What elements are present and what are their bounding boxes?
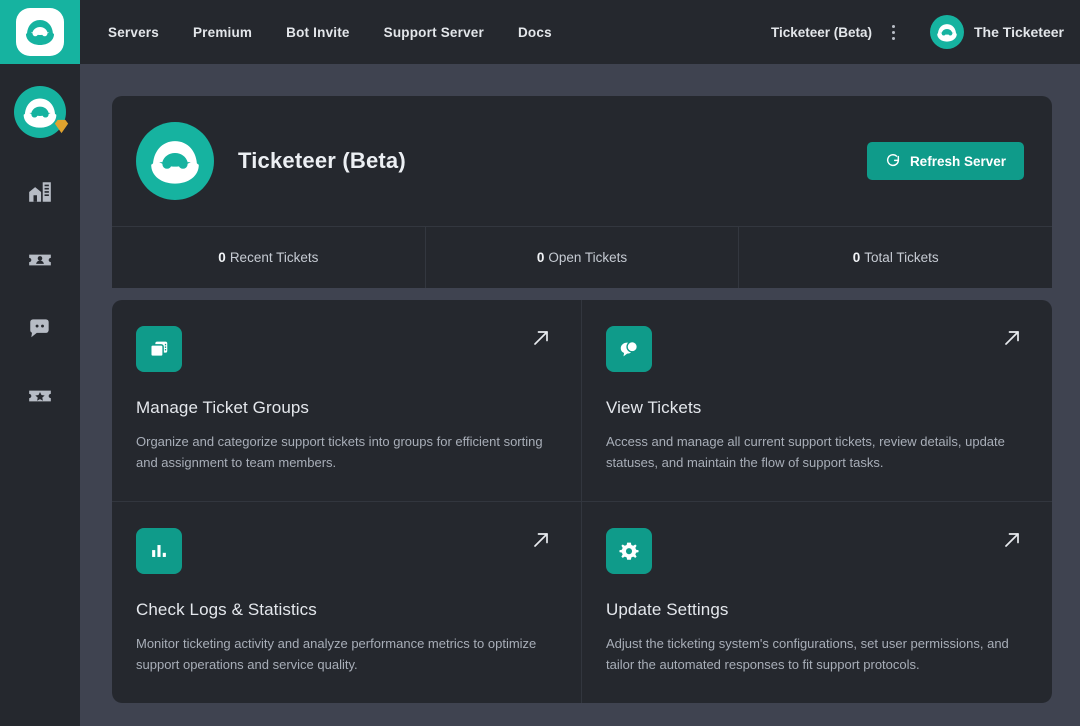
more-vertical-icon[interactable] [880,18,908,46]
dashboard-shell: Ticketeer (Beta) Refresh Server 0 Recent… [112,96,1052,704]
chat-bubble-icon [27,315,53,341]
nav-link-bot-invite[interactable]: Bot Invite [286,25,350,40]
sidebar-item-tickets[interactable] [14,302,66,354]
server-switcher-label[interactable]: Ticketeer (Beta) [771,25,872,40]
kebab-dot [892,36,896,40]
stat-recent-tickets: 0 Recent Tickets [112,227,426,288]
page-canvas: Ticketeer (Beta) Refresh Server 0 Recent… [80,64,1080,726]
tile-check-logs-statistics[interactable]: Check Logs & Statistics Monitor ticketin… [112,502,582,704]
nav-link-servers[interactable]: Servers [108,25,159,40]
tile-description: Monitor ticketing activity and analyze p… [136,636,537,673]
refresh-server-button-label: Refresh Server [909,153,1006,169]
topbar-right-cluster: Ticketeer (Beta) The Ticketeer [771,15,1080,49]
avatar [929,15,964,49]
kebab-dot [892,24,896,28]
arrow-up-right-icon [1000,528,1024,552]
tile-description: Access and manage all current support ti… [606,434,1005,471]
sidebar-item-premium-tickets[interactable] [14,370,66,422]
arrow-up-right-icon [529,528,553,552]
stat-total-tickets-value: 0 [852,250,861,265]
left-sidebar [0,64,80,726]
main-nav: Servers Premium Bot Invite Support Serve… [108,25,552,40]
stat-recent-tickets-value: 0 [218,250,226,265]
stat-open-tickets-value: 0 [536,250,545,265]
brand-logo-tile[interactable] [0,0,80,64]
tile-title: View Tickets [606,398,702,417]
nav-link-docs[interactable]: Docs [518,25,552,40]
server-logo-icon [136,122,214,200]
user-name-label: The Ticketeer [973,24,1064,40]
tile-description: Adjust the ticketing system's configurat… [606,636,1009,673]
stats-strip: 0 Recent Tickets 0 Open Tickets 0 Total … [112,226,1052,288]
bar-chart-icon [136,528,182,575]
tile-view-tickets[interactable]: View Tickets Access and manage all curre… [582,300,1052,503]
arrow-up-right-icon [1000,326,1024,350]
stat-open-tickets: 0 Open Tickets [426,227,740,288]
refresh-icon [885,152,901,171]
ticketeer-mascot-logo-icon [16,8,64,56]
stat-total-tickets: 0 Total Tickets [739,227,1052,288]
arrow-up-right-icon [529,326,553,350]
tile-title: Update Settings [606,600,729,620]
premium-diamond-badge-icon [52,117,71,136]
tile-title: Check Logs & Statistics [136,600,317,620]
refresh-server-button[interactable]: Refresh Server [866,142,1024,180]
layers-copy-icon [136,326,182,372]
home-building-icon [27,179,53,205]
nav-link-premium[interactable]: Premium [193,25,252,40]
server-header-card: Ticketeer (Beta) Refresh Server [112,96,1052,226]
chat-bubbles-icon [606,326,652,372]
ticket-star-icon [27,383,53,409]
gear-icon [606,528,652,575]
sidebar-item-home[interactable] [14,166,66,218]
stat-total-tickets-label: Total Tickets [864,250,939,265]
kebab-dot [892,30,896,34]
sidebar-server-avatar[interactable] [14,86,69,138]
stat-recent-tickets-label: Recent Tickets [229,250,319,265]
tile-description: Organize and categorize support tickets … [136,434,543,471]
top-navigation-bar: Servers Premium Bot Invite Support Serve… [0,0,1080,64]
tile-title: Manage Ticket Groups [136,398,310,417]
user-menu[interactable]: The Ticketeer [929,15,1064,49]
stat-open-tickets-label: Open Tickets [548,250,628,265]
feature-grid: Manage Ticket Groups Organize and catego… [112,300,1052,704]
nav-link-support-server[interactable]: Support Server [384,25,484,40]
ticket-person-icon [27,247,53,273]
tile-update-settings[interactable]: Update Settings Adjust the ticketing sys… [582,502,1052,703]
tile-manage-ticket-groups[interactable]: Manage Ticket Groups Organize and catego… [112,300,582,503]
page-title: Ticketeer (Beta) [238,148,406,173]
sidebar-item-ticket-groups[interactable] [14,234,66,286]
